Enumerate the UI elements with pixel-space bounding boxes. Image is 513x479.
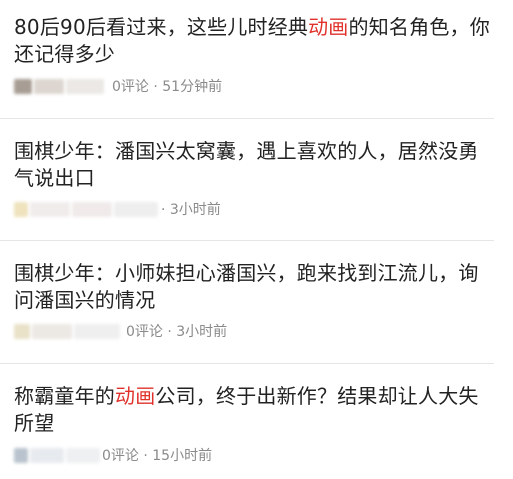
news-meta: 0评论 · 3小时前: [14, 322, 227, 340]
comment-time-text: · 3小时前: [161, 202, 221, 218]
news-title[interactable]: 围棋少年：潘国兴太窝囊，遇上喜欢的人，居然没勇气说出口: [14, 138, 498, 192]
news-title-highlight: 动画: [115, 384, 156, 408]
news-title-text: 称霸童年的: [14, 384, 115, 408]
news-title[interactable]: 80后90后看过来，这些儿时经典动画的知名角色，你还记得多少: [14, 14, 498, 68]
news-item[interactable]: 围棋少年：潘国兴太窝囊，遇上喜欢的人，居然没勇气说出口 · 3小时前: [0, 119, 513, 241]
news-title[interactable]: 围棋少年：小师妹担心潘国兴，跑来找到江流儿，询问潘国兴的情况: [14, 260, 498, 314]
news-meta: 0评论 · 51分钟前: [14, 77, 222, 95]
source-avatar-blurred: [14, 77, 104, 95]
news-item[interactable]: 称霸童年的动画公司，终于出新作？结果却让人大失所望 0评论 · 15小时前: [0, 364, 513, 479]
news-item[interactable]: 80后90后看过来，这些儿时经典动画的知名角色，你还记得多少 0评论 · 51分…: [0, 0, 513, 120]
news-title[interactable]: 称霸童年的动画公司，终于出新作？结果却让人大失所望: [14, 383, 498, 437]
news-item[interactable]: 围棋少年：小师妹担心潘国兴，跑来找到江流儿，询问潘国兴的情况 0评论 · 3小时…: [0, 241, 513, 364]
news-title-text: 80后90后看过来，这些儿时经典: [14, 15, 309, 39]
comment-time-text: 0评论 · 15小时前: [102, 448, 213, 464]
news-title-text: 围棋少年：小师妹担心潘国兴，跑来找到江流儿，询问潘国兴的情况: [14, 261, 479, 312]
news-feed: 80后90后看过来，这些儿时经典动画的知名角色，你还记得多少 0评论 · 51分…: [0, 0, 513, 479]
comment-time-text: 0评论 · 3小时前: [126, 324, 228, 340]
source-avatar-blurred: [14, 200, 158, 218]
comment-time-text: 0评论 · 51分钟前: [112, 79, 223, 95]
news-title-text: 围棋少年：潘国兴太窝囊，遇上喜欢的人，居然没勇气说出口: [14, 139, 479, 190]
news-title-highlight: 动画: [308, 15, 349, 39]
news-meta: 0评论 · 15小时前: [14, 446, 212, 464]
source-avatar-blurred: [14, 322, 120, 340]
source-avatar-blurred: [14, 446, 100, 464]
news-meta: · 3小时前: [14, 200, 221, 218]
